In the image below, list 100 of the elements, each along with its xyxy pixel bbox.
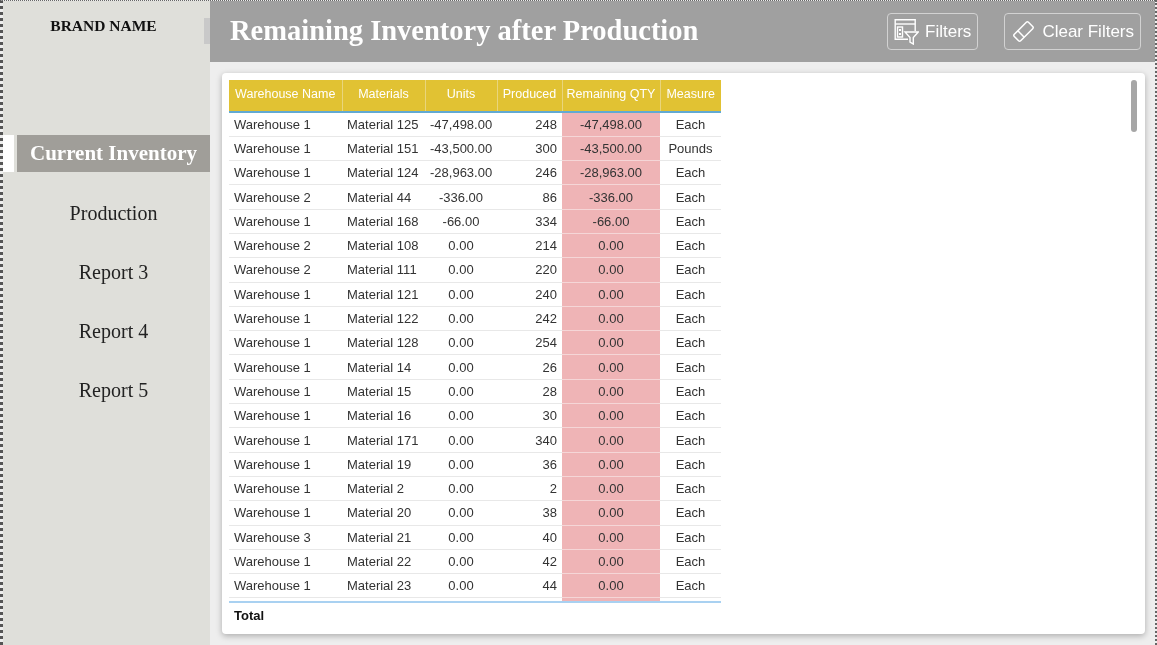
table-cell: 0.00: [425, 549, 497, 574]
side-handle-icon: [204, 18, 210, 44]
table-cell: Pounds: [660, 136, 721, 161]
table-cell: Warehouse 1: [229, 403, 342, 428]
table-cell: Warehouse 2: [229, 233, 342, 258]
table-cell: 0.00: [425, 330, 497, 355]
table-cell: Each: [660, 257, 721, 283]
table-cell: 0.00: [425, 306, 497, 331]
table-cell: Material 125: [342, 112, 425, 137]
table-cell: 0.00: [425, 354, 497, 380]
brand-name: BRAND NAME: [49, 17, 158, 35]
table-cell: Material 14: [342, 354, 425, 380]
table-cell: 0.00: [425, 282, 497, 307]
table-cell: 0.00: [562, 233, 660, 258]
table-cell: -43,500.00: [425, 136, 497, 161]
table-cell: 0.00: [562, 306, 660, 331]
table-cell: Warehouse 1: [229, 573, 342, 598]
table-cell: Material 23: [342, 573, 425, 598]
table-cell: 0.00: [425, 476, 497, 501]
table-cell: Material 44: [342, 184, 425, 210]
table-cell: Each: [660, 452, 721, 477]
table-cell: Warehouse 1: [229, 427, 342, 453]
table-cell: Warehouse 2: [229, 257, 342, 283]
table-cell: Each: [660, 306, 721, 331]
table-cell: 0.00: [562, 257, 660, 283]
table-cell: Warehouse 2: [229, 184, 342, 210]
table-cell: 0.00: [425, 379, 497, 404]
table-cell: 0.00: [562, 403, 660, 428]
total-label: Total: [229, 601, 342, 628]
table-cell: -336.00: [425, 184, 497, 210]
table-cell: Each: [660, 209, 721, 234]
nav-item[interactable]: Production: [3, 194, 210, 231]
table-cell: -28,963.00: [562, 160, 660, 185]
table-cell: Warehouse 1: [229, 452, 342, 477]
table-cell: Each: [660, 573, 721, 598]
table-cell: 0.00: [562, 452, 660, 477]
table-cell: 0.00: [425, 403, 497, 428]
nav-item[interactable]: Report 4: [3, 312, 210, 349]
table-cell: Each: [660, 525, 721, 550]
table-cell: 0.00: [562, 476, 660, 501]
table-cell: Each: [660, 549, 721, 574]
nav-item[interactable]: Report 5: [3, 371, 210, 408]
column-header[interactable]: Materials: [342, 80, 425, 112]
table-cell: Each: [660, 282, 721, 307]
column-header[interactable]: Remaining QTY: [562, 80, 660, 112]
table-cell: 0.00: [562, 379, 660, 404]
nav-item[interactable]: Report 3: [3, 253, 210, 290]
table-cell: 0.00: [425, 500, 497, 526]
table-cell: 0.00: [425, 427, 497, 453]
filters-button[interactable]: Filters: [887, 13, 979, 50]
clear-filters-button[interactable]: Clear Filters: [1004, 13, 1141, 50]
table-cell: Each: [660, 160, 721, 185]
table-cell: 0.00: [562, 427, 660, 453]
table-cell: Material 19: [342, 452, 425, 477]
table-cell: -66.00: [425, 209, 497, 234]
table-cell: Warehouse 1: [229, 330, 342, 355]
table-cell: Material 108: [342, 233, 425, 258]
table-cell: Warehouse 1: [229, 112, 342, 137]
table-cell: -47,498.00: [425, 112, 497, 137]
table-cell: Each: [660, 403, 721, 428]
table-cell: 0.00: [562, 500, 660, 526]
table-cell: Warehouse 1: [229, 500, 342, 526]
table-cell: Warehouse 1: [229, 354, 342, 380]
column-header[interactable]: Warehouse Name: [229, 80, 342, 112]
filter-icon: [894, 18, 920, 45]
table-cell: Each: [660, 184, 721, 210]
table-cell: Material 171: [342, 427, 425, 453]
table-cell: -66.00: [562, 209, 660, 234]
table-cell: Warehouse 3: [229, 525, 342, 550]
table-cell: Each: [660, 476, 721, 501]
table-cell: Material 122: [342, 306, 425, 331]
table-cell: Material 16: [342, 403, 425, 428]
table-cell: Warehouse 1: [229, 549, 342, 574]
table-cell: Each: [660, 427, 721, 453]
table-cell: 0.00: [425, 257, 497, 283]
table-cell: Material 20: [342, 500, 425, 526]
table-cell: 0.00: [562, 549, 660, 574]
table-cell: Each: [660, 379, 721, 404]
table-cell: Material 124: [342, 160, 425, 185]
table-cell: 0.00: [425, 233, 497, 258]
column-header[interactable]: Units: [425, 80, 497, 112]
scrollbar-thumb[interactable]: [1131, 80, 1137, 132]
table-cell: Material 121: [342, 282, 425, 307]
table-cell: Material 2: [342, 476, 425, 501]
column-header[interactable]: Produced: [497, 80, 562, 112]
table-cell: 0.00: [425, 525, 497, 550]
eraser-icon: [1011, 20, 1037, 43]
table-cell: Warehouse 1: [229, 209, 342, 234]
column-header[interactable]: Measure: [660, 80, 721, 112]
nav-item[interactable]: Current Inventory: [3, 135, 210, 172]
table-cell: Each: [660, 330, 721, 355]
table-cell: -336.00: [562, 184, 660, 210]
table-cell: Material 168: [342, 209, 425, 234]
table-cell: Each: [660, 500, 721, 526]
table-cell: 0.00: [425, 573, 497, 598]
table-cell: 0.00: [562, 282, 660, 307]
page-title: Remaining Inventory after Production: [230, 14, 700, 49]
table-cell: Each: [660, 112, 721, 137]
table-cell: Warehouse 1: [229, 476, 342, 501]
table-cell: -47,498.00: [562, 112, 660, 137]
